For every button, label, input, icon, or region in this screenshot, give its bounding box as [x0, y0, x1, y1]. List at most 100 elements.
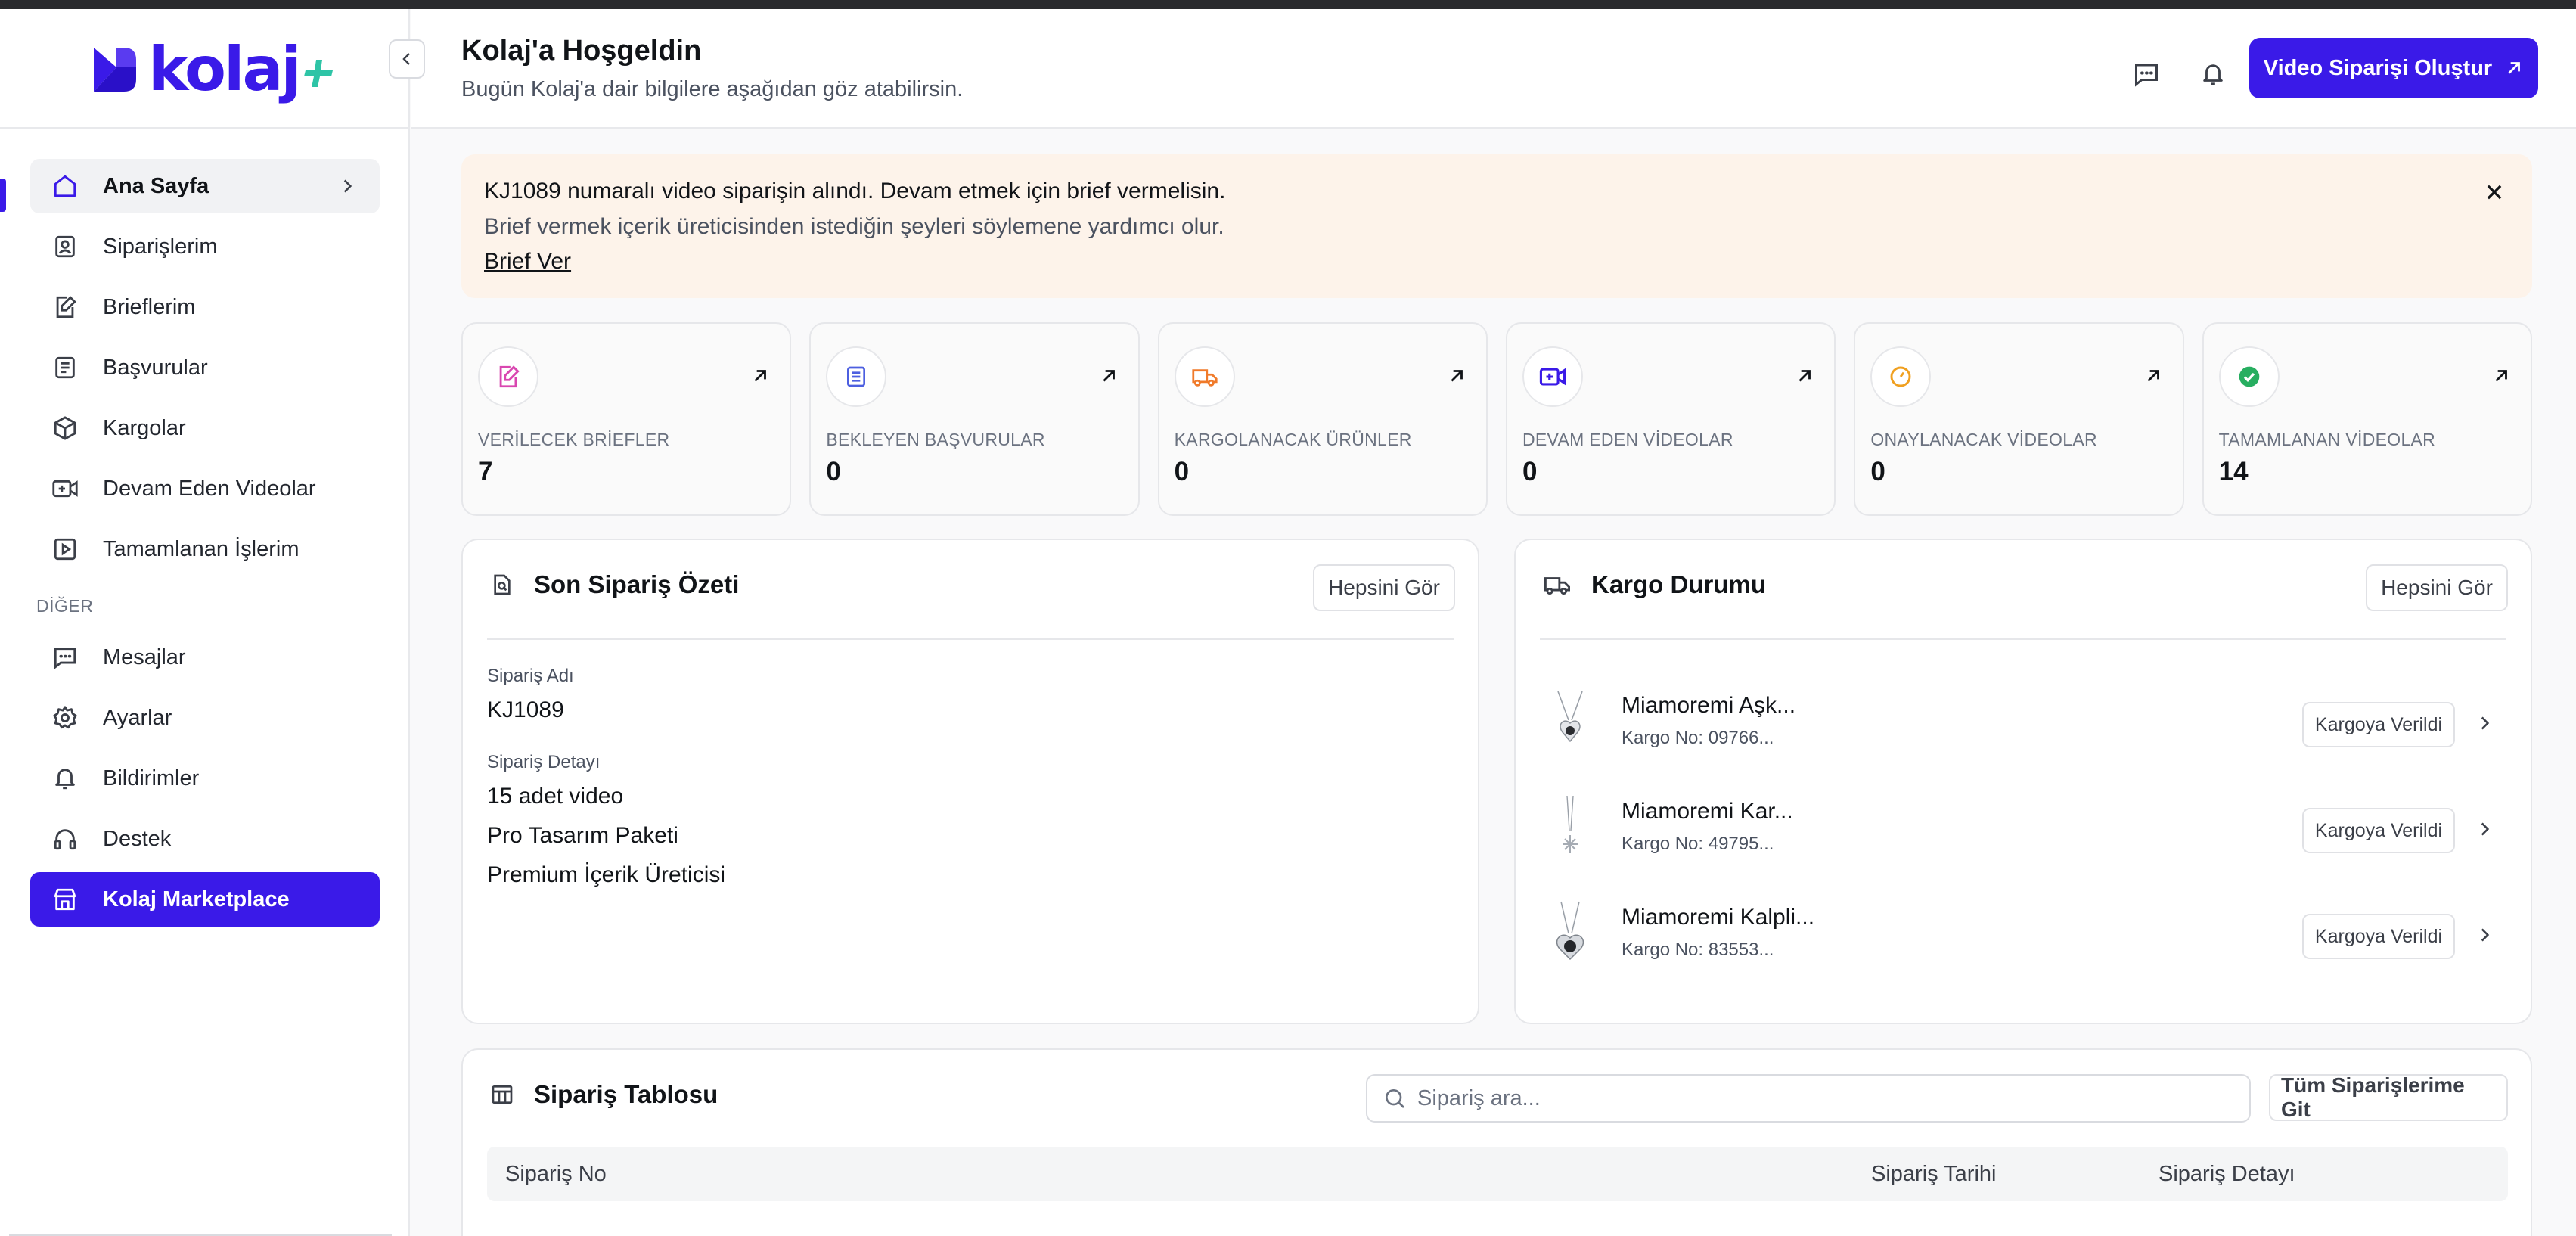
stat-label: KARGOLANACAK ÜRÜNLER	[1174, 430, 1412, 449]
arrow-up-right-icon	[1795, 366, 1814, 390]
sidebar-item-bildirimler[interactable]: Bildirimler	[30, 751, 380, 806]
order-detail-line: Pro Tasarım Paketi	[487, 823, 678, 848]
logo-area: kolaj	[0, 9, 408, 129]
orders-icon	[50, 231, 80, 262]
cargo-number: Kargo No: 49795...	[1622, 834, 1774, 854]
bell-icon	[2203, 64, 2223, 85]
chevron-right-icon	[2481, 822, 2490, 836]
stat-label: VERİLECEK BRİEFLER	[478, 430, 670, 449]
brief-ver-link[interactable]: Brief Ver	[484, 245, 2509, 278]
card-title: Kargo Durumu	[1543, 570, 1766, 599]
sidebar-item-brieflerim[interactable]: Brieflerim	[30, 280, 380, 334]
sidebar-item-kolaj-marketplace[interactable]: Kolaj Marketplace	[30, 872, 380, 927]
necklace-image	[1563, 795, 1578, 853]
stat-value: 7	[478, 457, 493, 486]
stat-label: DEVAM EDEN VİDEOLAR	[1522, 430, 1733, 449]
sidebar-item-label: Mesajlar	[103, 644, 186, 669]
table-header-row: Sipariş No Sipariş Tarihi Sipariş Detayı	[487, 1147, 2508, 1201]
alert-message: KJ1089 numaralı video siparişin alındı. …	[484, 179, 1226, 203]
brief-icon	[50, 292, 80, 322]
necklace-image	[1556, 901, 1584, 961]
order-name-label: Sipariş Adı	[487, 666, 574, 686]
card-divider	[487, 638, 1454, 640]
see-all-cargo-button[interactable]: Hepsini Gör	[2366, 564, 2508, 611]
stat-value: 0	[1870, 457, 1885, 486]
order-detail-line: 15 adet video	[487, 784, 624, 809]
home-icon	[50, 171, 80, 201]
brief-icon	[478, 346, 538, 407]
stat-value: 0	[826, 457, 841, 486]
sidebar-item-basvurular[interactable]: Başvurular	[30, 340, 380, 395]
active-indicator	[0, 179, 6, 212]
truck-icon	[1174, 346, 1235, 407]
sidebar-item-destek[interactable]: Destek	[30, 812, 380, 866]
logo-text: kolaj	[148, 34, 302, 104]
cargo-item[interactable]: Miamoremi Aşk... Kargo No: 09766... Karg…	[1540, 687, 2515, 762]
cargo-status-badge: Kargoya Verildi	[2302, 914, 2455, 959]
order-summary-title: Son Sipariş Özeti	[534, 570, 740, 598]
cargo-item[interactable]: Miamoremi Kalpli... Kargo No: 83553... K…	[1540, 899, 2515, 974]
chevron-right-icon	[2481, 716, 2490, 730]
video-plus-icon	[50, 474, 80, 504]
arrow-up-right-icon	[2143, 366, 2163, 390]
stat-card-devam-eden-videolar[interactable]: DEVAM EDEN VİDEOLAR 0	[1505, 322, 1836, 516]
chevron-right-icon	[2481, 928, 2490, 942]
sidebar-item-label: Siparişlerim	[103, 234, 218, 259]
arrow-up-right-icon	[1447, 366, 1466, 390]
sidebar-item-label: Kargolar	[103, 415, 186, 440]
column-header-siparis-no[interactable]: Sipariş No	[505, 1162, 607, 1187]
column-header-siparis-detayi[interactable]: Sipariş Detayı	[2159, 1162, 2295, 1187]
stat-label: ONAYLANACAK VİDEOLAR	[1870, 430, 2097, 449]
table-icon	[492, 1085, 513, 1104]
close-icon	[2487, 185, 2502, 200]
section-label-diger: DİĞER	[36, 596, 94, 616]
sidebar-item-label: Destek	[103, 826, 172, 851]
card-title: Sipariş Tablosu	[490, 1080, 718, 1109]
close-alert-button[interactable]	[2479, 177, 2509, 207]
notifications-button[interactable]	[2196, 57, 2230, 91]
order-detail-label: Sipariş Detayı	[487, 752, 601, 772]
chevron-right-icon	[337, 175, 357, 203]
order-detail-line: Premium İçerik Üreticisi	[487, 862, 726, 887]
messages-button[interactable]	[2130, 57, 2163, 91]
necklace-image	[1557, 691, 1583, 743]
stat-card-kargolanacak-urunler[interactable]: KARGOLANACAK ÜRÜNLER 0	[1157, 322, 1488, 516]
chevron-left-icon	[402, 53, 410, 65]
page-title: Kolaj'a Hoşgeldin	[461, 35, 702, 67]
stat-card-tamamlanan-videolar[interactable]: TAMAMLANAN VİDEOLAR 14	[2202, 322, 2532, 516]
sidebar-item-ayarlar[interactable]: Ayarlar	[30, 691, 380, 745]
cargo-item[interactable]: Miamoremi Kar... Kargo No: 49795... Karg…	[1540, 793, 2515, 868]
sidebar-item-siparislerim[interactable]: Siparişlerim	[30, 219, 380, 274]
order-summary-card: Son Sipariş Özeti Hepsini Gör Sipariş Ad…	[461, 539, 1479, 1024]
all-orders-button[interactable]: Tüm Siparişlerime Git	[2269, 1073, 2508, 1121]
stat-card-onaylanacak-videolar[interactable]: ONAYLANACAK VİDEOLAR 0	[1854, 322, 2184, 516]
sidebar-item-ana-sayfa[interactable]: Ana Sayfa	[30, 159, 380, 213]
sidebar-item-label: Ana Sayfa	[103, 173, 209, 198]
create-video-order-button[interactable]: Video Siparişi Oluştur	[2249, 38, 2538, 98]
message-icon	[2135, 64, 2158, 87]
document-icon	[50, 352, 80, 383]
page-subtitle: Bugün Kolaj'a dair bilgilere aşağıdan gö…	[461, 77, 964, 101]
check-circle-icon	[2218, 346, 2280, 407]
sidebar-item-tamamlanan-islerim[interactable]: Tamamlanan İşlerim	[30, 522, 380, 576]
stat-card-bekleyen-basvurular[interactable]: BEKLEYEN BAŞVURULAR 0	[809, 322, 1140, 516]
stat-label: TAMAMLANAN VİDEOLAR	[2218, 430, 2436, 449]
headset-icon	[50, 824, 80, 854]
sidebar-nav: Ana Sayfa Siparişlerim Brieflerim Başvur…	[30, 159, 380, 933]
cargo-status-card: Kargo Durumu Hepsini Gör Miamoremi Aşk..…	[1514, 539, 2532, 1024]
order-search-input[interactable]: Sipariş ara...	[1366, 1074, 2251, 1123]
sidebar-item-label: Ayarlar	[103, 705, 172, 730]
kolaj-logo-mark-icon	[94, 48, 136, 92]
sidebar-item-devam-eden-videolar[interactable]: Devam Eden Videolar	[30, 461, 380, 516]
sidebar-item-label: Devam Eden Videolar	[103, 476, 316, 501]
sidebar-item-mesajlar[interactable]: Mesajlar	[30, 630, 380, 685]
cargo-product-name: Miamoremi Kalpli...	[1622, 905, 1815, 930]
arrow-up-right-icon	[1099, 366, 1119, 390]
collapse-sidebar-button[interactable]	[389, 39, 425, 79]
stat-card-verilecek-briefler[interactable]: VERİLECEK BRİEFLER 7	[461, 322, 792, 516]
column-header-siparis-tarihi[interactable]: Sipariş Tarihi	[1871, 1162, 1996, 1187]
kolaj-logo[interactable]: kolaj	[91, 39, 336, 100]
see-all-orders-button[interactable]: Hepsini Gör	[1313, 564, 1455, 611]
stats-row: VERİLECEK BRİEFLER 7 BEKLEYEN BAŞVURULAR…	[461, 322, 2532, 516]
sidebar-item-kargolar[interactable]: Kargolar	[30, 401, 380, 455]
